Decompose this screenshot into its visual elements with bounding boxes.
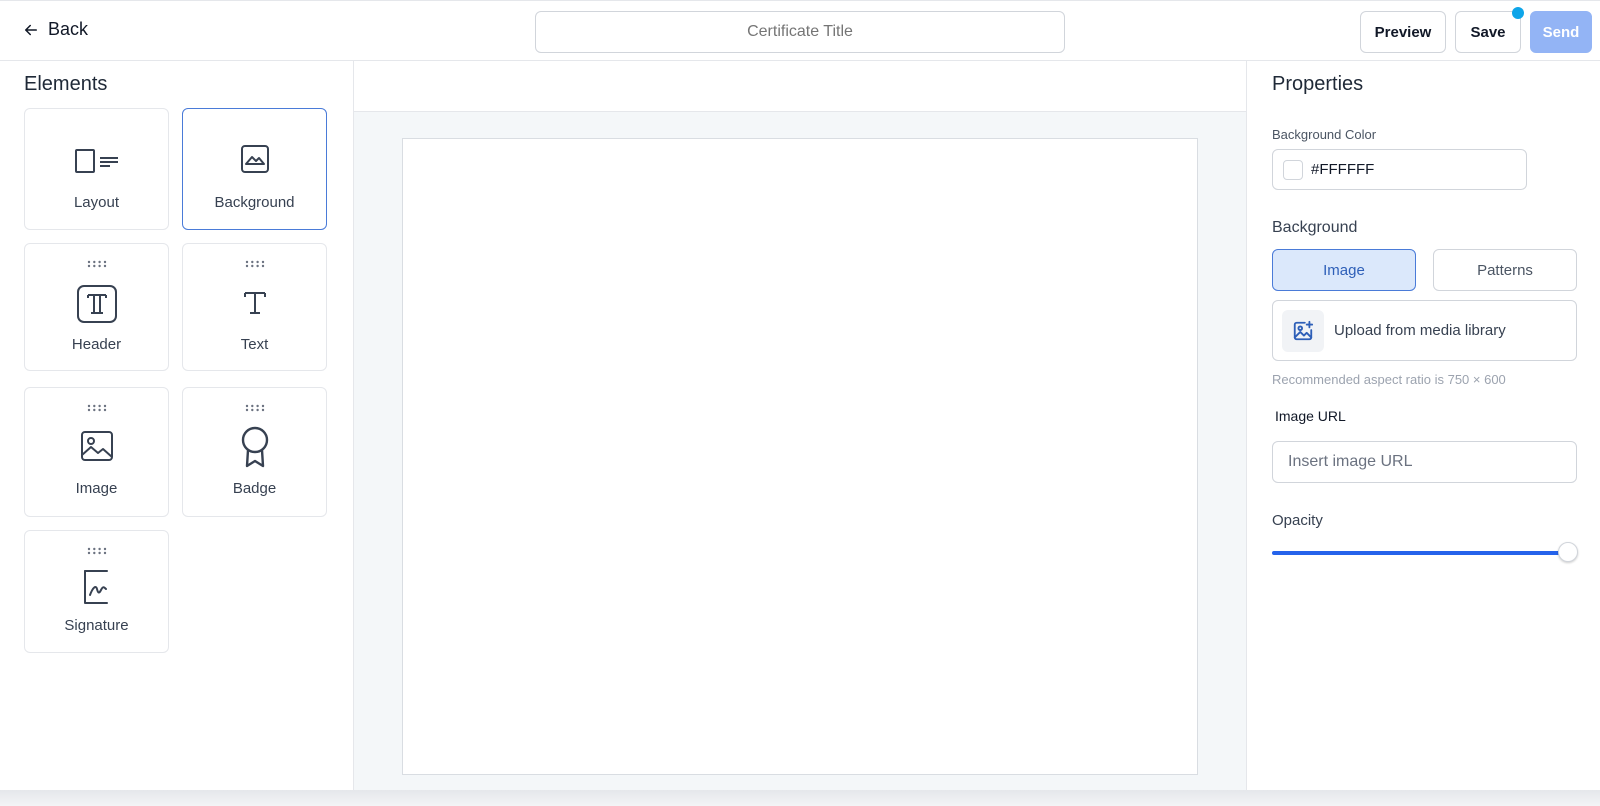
tab-patterns[interactable]: Patterns — [1433, 249, 1577, 291]
background-color-value: #FFFFFF — [1311, 161, 1375, 178]
image-url-input[interactable] — [1272, 441, 1577, 483]
tile-label-layout: Layout — [73, 194, 120, 211]
save-button[interactable]: Save — [1455, 11, 1521, 53]
badge-icon — [241, 426, 268, 468]
element-tile-signature[interactable]: Signature — [24, 530, 169, 653]
header-icon — [76, 285, 117, 323]
send-button[interactable]: Send — [1530, 11, 1592, 53]
add-image-icon — [1282, 309, 1324, 352]
image-icon — [80, 431, 113, 461]
element-tile-badge[interactable]: Badge — [182, 387, 327, 517]
aspect-ratio-hint: Recommended aspect ratio is 750 × 600 — [1272, 372, 1506, 387]
element-tile-image[interactable]: Image — [24, 387, 169, 517]
back-button[interactable]: Back — [22, 19, 88, 40]
top-bar: Back Preview Save Send — [0, 0, 1600, 61]
tab-image[interactable]: Image — [1272, 249, 1416, 291]
drag-handle-icon[interactable] — [245, 404, 265, 412]
background-icon — [240, 145, 269, 173]
layout-icon — [74, 149, 118, 173]
canvas-toolbar — [354, 61, 1246, 112]
bottom-edge — [0, 790, 1600, 806]
certificate-title-input[interactable] — [535, 11, 1065, 53]
tile-label-header: Header — [71, 336, 122, 353]
properties-panel: Properties Background Color #FFFFFF Back… — [1246, 61, 1600, 806]
upload-label: Upload from media library — [1334, 322, 1506, 339]
arrow-left-icon — [25, 24, 37, 35]
element-tile-background[interactable]: Background — [182, 108, 327, 230]
background-color-field[interactable]: #FFFFFF — [1272, 149, 1527, 190]
elements-panel: Elements Layout Background Header Text I… — [0, 61, 354, 806]
tile-label-badge: Badge — [232, 480, 277, 497]
tile-label-signature: Signature — [64, 617, 129, 634]
image-url-label: Image URL — [1275, 408, 1346, 424]
background-color-label: Background Color — [1272, 127, 1377, 142]
element-tile-layout[interactable]: Layout — [24, 108, 169, 230]
unsaved-indicator — [1512, 7, 1524, 19]
preview-button[interactable]: Preview — [1360, 11, 1446, 53]
drag-handle-icon[interactable] — [87, 404, 107, 412]
properties-heading: Properties — [1272, 73, 1364, 95]
elements-heading: Elements — [24, 73, 108, 95]
certificate-canvas[interactable] — [402, 138, 1198, 775]
canvas-area — [354, 61, 1246, 806]
drag-handle-icon[interactable] — [87, 260, 107, 268]
element-tile-header[interactable]: Header — [24, 243, 169, 371]
drag-handle-icon[interactable] — [87, 547, 107, 555]
background-label: Background — [1272, 219, 1358, 236]
tile-label-image: Image — [75, 480, 118, 497]
tile-label-background: Background — [214, 194, 295, 211]
text-icon — [243, 292, 266, 314]
drag-handle-icon[interactable] — [245, 260, 265, 268]
opacity-label: Opacity — [1272, 512, 1323, 529]
opacity-slider-track[interactable] — [1272, 551, 1567, 555]
signature-icon — [83, 570, 108, 604]
upload-from-media-button[interactable]: Upload from media library — [1272, 300, 1577, 361]
color-swatch[interactable] — [1283, 159, 1303, 180]
element-tile-text[interactable]: Text — [182, 243, 327, 371]
tile-label-text: Text — [240, 336, 269, 353]
back-label: Back — [48, 19, 89, 39]
opacity-slider-thumb[interactable] — [1558, 542, 1578, 562]
